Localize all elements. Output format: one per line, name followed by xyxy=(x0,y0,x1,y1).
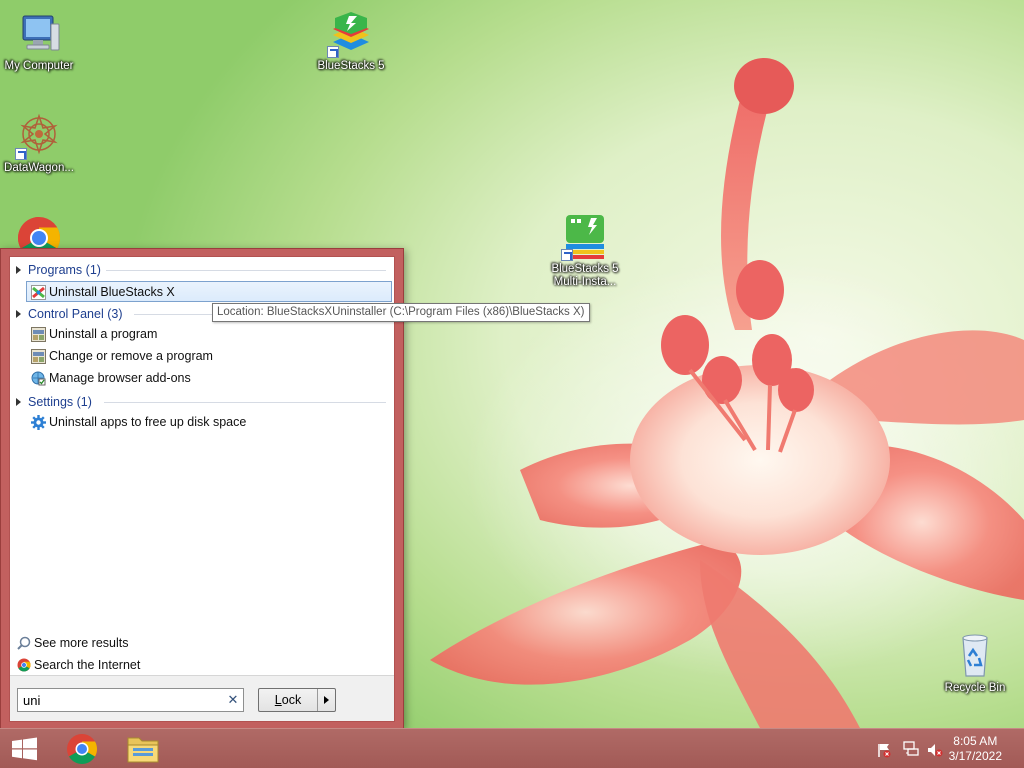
folder-icon xyxy=(127,737,159,763)
shortcut-arrow-icon xyxy=(561,249,573,261)
programs-features-icon xyxy=(31,327,46,342)
result-change-or-remove-a-program[interactable]: Change or remove a program xyxy=(27,346,393,367)
result-label: Uninstall a program xyxy=(49,327,158,341)
network-icon[interactable] xyxy=(902,741,920,757)
desktop-icon-recycle-bin[interactable]: Recycle Bin xyxy=(934,632,1016,695)
desktop-icon-bluestacks-multi-instance[interactable]: BlueStacks 5 Multi-Insta... xyxy=(544,213,626,289)
group-header-settings[interactable]: Settings (1) xyxy=(16,393,386,411)
shortcut-arrow-icon xyxy=(15,148,27,160)
volume-muted-icon[interactable] xyxy=(926,742,944,758)
result-uninstall-a-program[interactable]: Uninstall a program xyxy=(27,324,393,345)
expand-triangle-icon xyxy=(16,397,21,406)
see-more-label: See more results xyxy=(34,636,129,650)
expand-triangle-icon xyxy=(16,265,21,274)
group-header-programs[interactable]: Programs (1) xyxy=(16,261,386,279)
windows-logo-icon xyxy=(12,737,37,761)
search-internet-label: Search the Internet xyxy=(34,658,141,672)
chrome-small-icon xyxy=(17,658,31,672)
desktop-icon-label: BlueStacks 5 Multi-Insta... xyxy=(544,263,626,289)
lock-label-rest: ock xyxy=(281,693,302,707)
shortcut-arrow-icon xyxy=(327,46,339,58)
desktop-icon-datawagon[interactable]: DataWagon... xyxy=(0,112,80,175)
magnifier-icon xyxy=(17,636,31,650)
desktop-icon-label: Recycle Bin xyxy=(944,682,1006,694)
search-bar-area: ✕ Lock xyxy=(10,675,394,721)
action-center-flag-icon[interactable] xyxy=(876,742,892,758)
desktop-icon-label: BlueStacks 5 xyxy=(317,60,385,72)
see-more-results-link[interactable]: See more results xyxy=(16,633,128,653)
location-tooltip: Location: BlueStacksXUninstaller (C:\Pro… xyxy=(212,303,590,322)
taskbar-clock[interactable]: 8:05 AM 3/17/2022 xyxy=(949,734,1002,764)
result-label: Uninstall BlueStacks X xyxy=(49,285,175,299)
file-explorer-icon[interactable] xyxy=(113,729,173,768)
result-uninstall-bluestacks-x[interactable]: Uninstall BlueStacks X xyxy=(26,281,392,302)
search-results-pane: Programs (1) Uninstall BlueStacks X Cont… xyxy=(9,256,395,722)
desktop-icon-my-computer[interactable]: My Computer xyxy=(0,10,80,73)
clock-time: 8:05 AM xyxy=(953,734,998,748)
clear-search-icon[interactable]: ✕ xyxy=(226,692,240,708)
lock-access-key: L xyxy=(274,693,282,707)
chrome-taskbar-icon[interactable] xyxy=(52,729,112,768)
system-tray: 8:05 AM 3/17/2022 xyxy=(864,729,1024,768)
result-label: Uninstall apps to free up disk space xyxy=(49,415,247,429)
result-manage-browser-add-ons[interactable]: Manage browser add-ons xyxy=(27,368,393,389)
settings-gear-icon xyxy=(31,415,46,430)
desktop-icon-label: My Computer xyxy=(4,60,74,72)
result-label: Change or remove a program xyxy=(49,349,213,363)
internet-options-icon xyxy=(31,371,46,386)
taskbar: 8:05 AM 3/17/2022 xyxy=(0,728,1024,768)
desktop-icon-label-line2: Multi-Insta... xyxy=(553,276,617,288)
start-search-input[interactable] xyxy=(17,688,244,712)
lock-button-label[interactable]: Lock xyxy=(259,689,317,711)
power-options-arrow-icon[interactable] xyxy=(317,689,335,711)
bluestacks-multi-instance-icon xyxy=(561,213,609,261)
group-title: Settings (1) xyxy=(28,395,92,409)
group-divider xyxy=(104,402,386,403)
clock-date: 3/17/2022 xyxy=(948,749,1002,763)
lock-button[interactable]: Lock xyxy=(258,688,336,712)
recycle-bin-icon xyxy=(951,632,999,680)
result-uninstall-apps-free-disk-space[interactable]: Uninstall apps to free up disk space xyxy=(27,412,393,433)
desktop-icon-bluestacks-5[interactable]: BlueStacks 5 xyxy=(310,10,392,73)
start-button[interactable] xyxy=(0,729,50,768)
computer-icon xyxy=(15,10,63,58)
group-title: Control Panel (3) xyxy=(28,307,123,321)
search-the-internet-link[interactable]: Search the Internet xyxy=(16,655,140,675)
desktop-icon-label: DataWagon... xyxy=(4,162,74,174)
datawagon-icon xyxy=(15,112,63,160)
expand-triangle-icon xyxy=(16,309,21,318)
programs-features-icon xyxy=(31,349,46,364)
bluestacks-icon xyxy=(327,10,375,58)
bluestacks-uninstaller-icon xyxy=(31,285,46,300)
result-label: Manage browser add-ons xyxy=(49,371,191,385)
desktop-icon-label-line1: BlueStacks 5 xyxy=(551,263,619,275)
group-title: Programs (1) xyxy=(28,263,101,277)
group-divider xyxy=(106,270,386,271)
chrome-icon xyxy=(67,734,98,765)
